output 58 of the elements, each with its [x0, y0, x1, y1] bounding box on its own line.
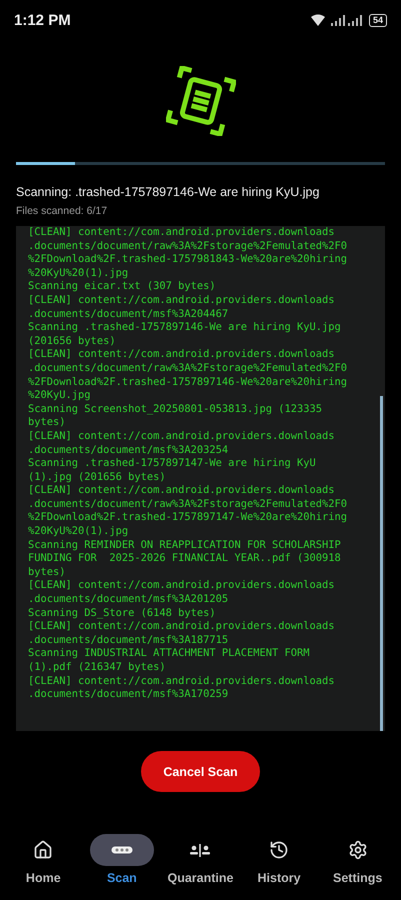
log-line: .documents/document/msf%3A203254 — [28, 444, 228, 458]
log-line: [CLEAN] content://com.android.providers.downloads — [28, 484, 335, 498]
log-line: Scanning .trashed-1757897147-We are hiring KyU — [28, 457, 316, 471]
log-line: %20KyU%20(1).jpg — [28, 525, 128, 539]
log-line: [CLEAN] content://com.android.providers.downloads — [28, 430, 335, 444]
nav-item[interactable]: Scan — [84, 834, 160, 896]
home-icon — [33, 840, 54, 860]
scan-icon — [110, 846, 133, 854]
log-line: .documents/document/msf%3A201205 — [28, 593, 228, 607]
log-line: %2FDownload%2F.trashed-1757897146-We%20are%20hiring — [28, 376, 348, 390]
nav-label: Scan — [106, 871, 137, 885]
log-line: %2FDownload%2F.trashed-1757981843-We%20are%20hiring — [28, 253, 348, 267]
wifi-icon — [310, 14, 325, 26]
cancel-scan-button[interactable]: Cancel Scan — [141, 751, 260, 792]
current-file-text: Scanning: .trashed-1757897146-We are hiring KyU.jpg — [16, 185, 320, 199]
nav-label: History — [258, 871, 301, 885]
log-line: Scanning Screenshot_20250801-053813.jpg (123335 — [28, 402, 322, 416]
settings-icon — [348, 840, 368, 860]
log-line: %2FDownload%2F.trashed-1757897147-We%20are%20hiring — [28, 511, 348, 526]
log-line: .documents/document/raw%3A%2Fstorage%2Femulated%2F0 — [28, 362, 348, 376]
log-line: [CLEAN] content://com.android.providers.downloads — [28, 348, 335, 362]
log-line: [CLEAN] content://com.android.providers.downloads — [28, 579, 335, 594]
log-line: bytes) — [28, 566, 66, 580]
nav-item[interactable]: History — [241, 834, 318, 896]
battery-level: 54 — [368, 14, 387, 26]
log-line: [CLEAN] content://com.android.providers.downloads — [28, 294, 335, 308]
log-line: .documents/document/raw%3A%2Fstorage%2Femulated%2F0 — [28, 240, 348, 254]
log-line: %20KyU%20(1).jpg — [28, 266, 128, 280]
log-line: Scanning DS_Store (6148 bytes) — [28, 606, 216, 620]
log-line: .documents/document/msf%3A170259 — [28, 688, 228, 702]
log-line: .documents/document/msf%3A187715 — [28, 634, 228, 648]
signal-icon — [330, 14, 363, 26]
log-line: (1).jpg (201656 bytes) — [28, 470, 166, 484]
log-line: bytes) — [28, 416, 66, 430]
nav-label: Home — [26, 871, 61, 885]
log-line: Scanning INDUSTRIAL ATTACHMENT PLACEMENT FORM — [28, 647, 310, 661]
log-line: (201656 bytes) — [28, 334, 116, 348]
log-line: %20KyU.jpg — [28, 389, 91, 403]
log-line: [CLEAN] content://com.android.providers.downloads — [28, 674, 335, 688]
nav-label: Settings — [333, 871, 382, 885]
log-line: .documents/document/raw%3A%2Fstorage%2Femulated%2F0 — [28, 498, 348, 512]
log-line: Scanning .trashed-1757897146-We are hiring KyU.jpg — [28, 321, 341, 335]
log-line: (1).pdf (216347 bytes) — [28, 661, 166, 675]
log-line: .documents/document/msf%3A204467 — [28, 308, 228, 322]
document-scan-icon — [166, 66, 236, 136]
history-icon — [269, 840, 290, 860]
log-line: FUNDING FOR 2025-2026 FINANCIAL YEAR..pdf (300918 — [28, 552, 341, 566]
log-line: Scanning eicar.txt (307 bytes) — [28, 280, 216, 294]
nav-item[interactable]: Home — [5, 834, 82, 896]
people-icon — [188, 841, 212, 859]
nav-item[interactable]: Quarantine — [162, 834, 238, 896]
status-time: 1:12 PM — [14, 12, 71, 28]
nav-label: Quarantine — [167, 871, 234, 885]
log-line: Scanning REMINDER ON REAPPLICATION FOR SCHOLARSHIP — [28, 538, 341, 552]
log-line: [CLEAN] content://com.android.providers.downloads — [28, 226, 335, 240]
nav-item[interactable]: Settings — [320, 834, 396, 896]
files-scanned-text: Files scanned: 6/17 — [16, 205, 108, 217]
log-line: [CLEAN] content://com.android.providers.downloads — [28, 620, 335, 634]
